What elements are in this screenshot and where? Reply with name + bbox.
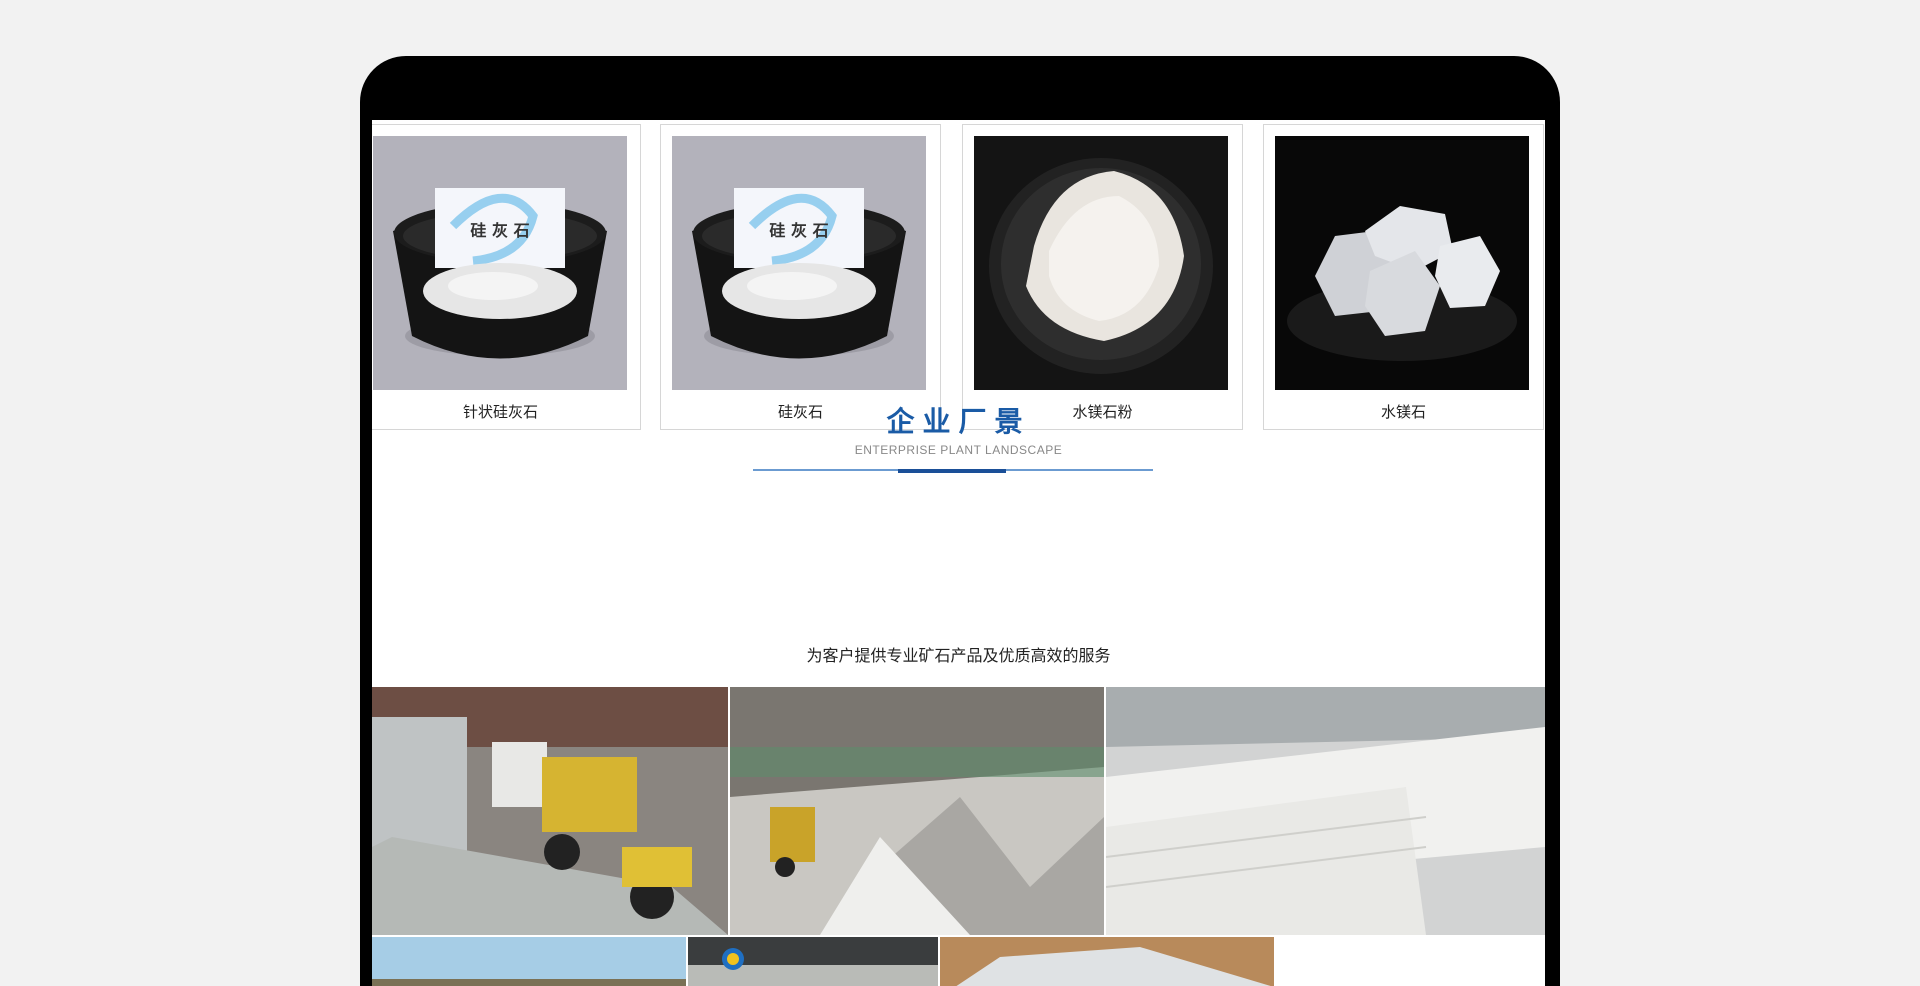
section-title: 企业厂景 bbox=[886, 405, 1031, 438]
plant-photo-warehouse[interactable] bbox=[1106, 687, 1545, 935]
product-card[interactable]: 硅 灰 石 硅灰石 bbox=[660, 124, 941, 430]
section-divider-accent bbox=[898, 469, 1006, 473]
plant-photo-forklift[interactable] bbox=[372, 687, 728, 935]
product-image[interactable]: 硅 灰 石 bbox=[672, 136, 926, 390]
page-viewport: 硅 灰 石 针状硅灰石 硅 灰 石 硅灰石 水镁石粉 水镁石 企业厂景 ENTE… bbox=[372, 120, 1545, 986]
device-frame: 硅 灰 石 针状硅灰石 硅 灰 石 硅灰石 水镁石粉 水镁石 企业厂景 ENTE… bbox=[360, 56, 1560, 986]
section-subtitle: ENTERPRISE PLANT LANDSCAPE bbox=[854, 443, 1063, 457]
plant-photo-storage[interactable] bbox=[688, 937, 938, 986]
product-image[interactable]: 硅 灰 石 bbox=[373, 136, 627, 390]
product-card[interactable]: 水镁石粉 bbox=[962, 124, 1243, 430]
plant-photo-ore-pile[interactable] bbox=[940, 937, 1274, 986]
product-image[interactable] bbox=[974, 136, 1228, 390]
plant-photo-loader[interactable] bbox=[730, 687, 1104, 935]
product-image[interactable] bbox=[1275, 136, 1529, 390]
product-card-label: 硅 灰 石 bbox=[470, 221, 529, 240]
section-description: 为客户提供专业矿石产品及优质高效的服务 bbox=[806, 648, 1111, 665]
product-card[interactable]: 硅 灰 石 针状硅灰石 bbox=[372, 124, 641, 430]
plant-photo-yard[interactable] bbox=[372, 937, 686, 986]
product-card[interactable]: 水镁石 bbox=[1263, 124, 1544, 430]
product-card-label: 硅 灰 石 bbox=[769, 221, 828, 240]
